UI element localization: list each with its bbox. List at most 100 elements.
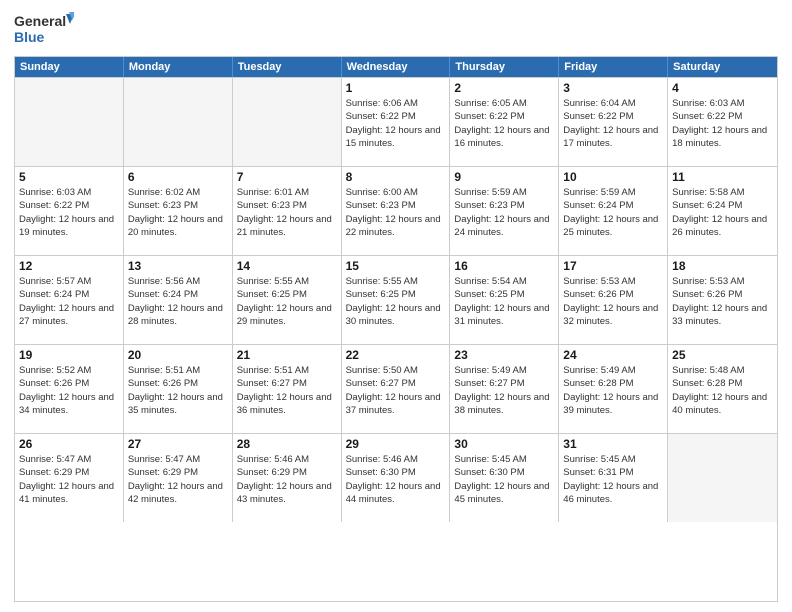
- calendar-header-row: Sunday Monday Tuesday Wednesday Thursday…: [15, 57, 777, 77]
- calendar-cell-11: 11Sunrise: 5:58 AM Sunset: 6:24 PM Dayli…: [668, 167, 777, 255]
- svg-text:General: General: [14, 13, 66, 29]
- day-number-30: 30: [454, 437, 554, 451]
- day-info-24: Sunrise: 5:49 AM Sunset: 6:28 PM Dayligh…: [563, 364, 663, 417]
- calendar-week-3: 12Sunrise: 5:57 AM Sunset: 6:24 PM Dayli…: [15, 255, 777, 344]
- calendar-cell-8: 8Sunrise: 6:00 AM Sunset: 6:23 PM Daylig…: [342, 167, 451, 255]
- day-number-2: 2: [454, 81, 554, 95]
- day-number-10: 10: [563, 170, 663, 184]
- day-info-3: Sunrise: 6:04 AM Sunset: 6:22 PM Dayligh…: [563, 97, 663, 150]
- calendar-week-4: 19Sunrise: 5:52 AM Sunset: 6:26 PM Dayli…: [15, 344, 777, 433]
- day-info-23: Sunrise: 5:49 AM Sunset: 6:27 PM Dayligh…: [454, 364, 554, 417]
- header: General Blue: [14, 10, 778, 48]
- page: General Blue Sunday Monday Tuesday Wedne…: [0, 0, 792, 612]
- day-number-15: 15: [346, 259, 446, 273]
- calendar-cell-16: 16 Sunrise: 5:54 AM Sunset: 6:25 PM Dayli…: [450, 256, 559, 344]
- calendar-week-1: 1 Sunrise: 6:06 AM Sunset: 6:22 PM Daylig…: [15, 77, 777, 166]
- day-info-15: Sunrise: 5:55 AM Sunset: 6:25 PM Dayligh…: [346, 275, 446, 328]
- day-number-3: 3: [563, 81, 663, 95]
- day-info-9: Sunrise: 5:59 AM Sunset: 6:23 PM Dayligh…: [454, 186, 554, 239]
- day-number-1: 1: [346, 81, 446, 95]
- header-friday: Friday: [559, 57, 668, 77]
- calendar-cell-7: 7 Sunrise: 6:01 AM Sunset: 6:23 PM Daylig…: [233, 167, 342, 255]
- calendar-cell-3: 3 Sunrise: 6:04 AM Sunset: 6:22 PM Daylig…: [559, 78, 668, 166]
- calendar-cell-empty-0-1: [124, 78, 233, 166]
- calendar-cell-9: 9 Sunrise: 5:59 AM Sunset: 6:23 PM Daylig…: [450, 167, 559, 255]
- header-wednesday: Wednesday: [342, 57, 451, 77]
- day-info-14: Sunrise: 5:55 AM Sunset: 6:25 PM Dayligh…: [237, 275, 337, 328]
- day-info-6: Sunrise: 6:02 AM Sunset: 6:23 PM Dayligh…: [128, 186, 228, 239]
- calendar-cell-28: 28 Sunrise: 5:46 AM Sunset: 6:29 PM Dayli…: [233, 434, 342, 522]
- calendar-cell-4: 4 Sunrise: 6:03 AM Sunset: 6:22 PM Daylig…: [668, 78, 777, 166]
- day-number-17: 17: [563, 259, 663, 273]
- calendar-cell-18: 18Sunrise: 5:53 AM Sunset: 6:26 PM Dayli…: [668, 256, 777, 344]
- calendar-body: 1 Sunrise: 6:06 AM Sunset: 6:22 PM Daylig…: [15, 77, 777, 522]
- day-info-30: Sunrise: 5:45 AM Sunset: 6:30 PM Dayligh…: [454, 453, 554, 506]
- day-info-25: Sunrise: 5:48 AM Sunset: 6:28 PM Dayligh…: [672, 364, 773, 417]
- calendar-cell-10: 10Sunrise: 5:59 AM Sunset: 6:24 PM Dayli…: [559, 167, 668, 255]
- calendar-cell-2: 2 Sunrise: 6:05 AM Sunset: 6:22 PM Daylig…: [450, 78, 559, 166]
- header-tuesday: Tuesday: [233, 57, 342, 77]
- calendar-cell-27: 27 Sunrise: 5:47 AM Sunset: 6:29 PM Dayli…: [124, 434, 233, 522]
- calendar-cell-1: 1 Sunrise: 6:06 AM Sunset: 6:22 PM Daylig…: [342, 78, 451, 166]
- calendar-cell-20: 20 Sunrise: 5:51 AM Sunset: 6:26 PM Dayli…: [124, 345, 233, 433]
- calendar-cell-17: 17 Sunrise: 5:53 AM Sunset: 6:26 PM Dayli…: [559, 256, 668, 344]
- day-number-16: 16: [454, 259, 554, 273]
- day-number-29: 29: [346, 437, 446, 451]
- header-sunday: Sunday: [15, 57, 124, 77]
- calendar-cell-21: 21Sunrise: 5:51 AM Sunset: 6:27 PM Dayli…: [233, 345, 342, 433]
- calendar-cell-23: 23 Sunrise: 5:49 AM Sunset: 6:27 PM Dayli…: [450, 345, 559, 433]
- day-number-11: 11: [672, 170, 773, 184]
- day-number-5: 5: [19, 170, 119, 184]
- day-number-23: 23: [454, 348, 554, 362]
- day-info-7: Sunrise: 6:01 AM Sunset: 6:23 PM Dayligh…: [237, 186, 337, 239]
- day-info-1: Sunrise: 6:06 AM Sunset: 6:22 PM Dayligh…: [346, 97, 446, 150]
- day-number-22: 22: [346, 348, 446, 362]
- day-info-4: Sunrise: 6:03 AM Sunset: 6:22 PM Dayligh…: [672, 97, 773, 150]
- calendar-cell-19: 19Sunrise: 5:52 AM Sunset: 6:26 PM Dayli…: [15, 345, 124, 433]
- header-thursday: Thursday: [450, 57, 559, 77]
- calendar-cell-15: 15 Sunrise: 5:55 AM Sunset: 6:25 PM Dayli…: [342, 256, 451, 344]
- calendar-cell-empty-0-0: [15, 78, 124, 166]
- day-number-20: 20: [128, 348, 228, 362]
- day-info-22: Sunrise: 5:50 AM Sunset: 6:27 PM Dayligh…: [346, 364, 446, 417]
- day-info-2: Sunrise: 6:05 AM Sunset: 6:22 PM Dayligh…: [454, 97, 554, 150]
- day-info-16: Sunrise: 5:54 AM Sunset: 6:25 PM Dayligh…: [454, 275, 554, 328]
- calendar-cell-empty-0-2: [233, 78, 342, 166]
- calendar-week-5: 26 Sunrise: 5:47 AM Sunset: 6:29 PM Dayli…: [15, 433, 777, 522]
- day-number-9: 9: [454, 170, 554, 184]
- day-info-29: Sunrise: 5:46 AM Sunset: 6:30 PM Dayligh…: [346, 453, 446, 506]
- day-info-20: Sunrise: 5:51 AM Sunset: 6:26 PM Dayligh…: [128, 364, 228, 417]
- day-number-6: 6: [128, 170, 228, 184]
- day-number-28: 28: [237, 437, 337, 451]
- day-number-26: 26: [19, 437, 119, 451]
- day-number-18: 18: [672, 259, 773, 273]
- day-number-4: 4: [672, 81, 773, 95]
- day-info-26: Sunrise: 5:47 AM Sunset: 6:29 PM Dayligh…: [19, 453, 119, 506]
- day-number-14: 14: [237, 259, 337, 273]
- calendar-week-2: 5 Sunrise: 6:03 AM Sunset: 6:22 PM Daylig…: [15, 166, 777, 255]
- logo-svg: General Blue: [14, 10, 74, 48]
- day-number-25: 25: [672, 348, 773, 362]
- calendar-cell-26: 26 Sunrise: 5:47 AM Sunset: 6:29 PM Dayli…: [15, 434, 124, 522]
- day-number-13: 13: [128, 259, 228, 273]
- calendar-cell-24: 24Sunrise: 5:49 AM Sunset: 6:28 PM Dayli…: [559, 345, 668, 433]
- day-info-27: Sunrise: 5:47 AM Sunset: 6:29 PM Dayligh…: [128, 453, 228, 506]
- day-info-17: Sunrise: 5:53 AM Sunset: 6:26 PM Dayligh…: [563, 275, 663, 328]
- calendar-cell-22: 22 Sunrise: 5:50 AM Sunset: 6:27 PM Dayli…: [342, 345, 451, 433]
- day-number-8: 8: [346, 170, 446, 184]
- calendar-cell-12: 12Sunrise: 5:57 AM Sunset: 6:24 PM Dayli…: [15, 256, 124, 344]
- day-info-28: Sunrise: 5:46 AM Sunset: 6:29 PM Dayligh…: [237, 453, 337, 506]
- day-number-31: 31: [563, 437, 663, 451]
- day-info-19: Sunrise: 5:52 AM Sunset: 6:26 PM Dayligh…: [19, 364, 119, 417]
- calendar: Sunday Monday Tuesday Wednesday Thursday…: [14, 56, 778, 602]
- day-info-12: Sunrise: 5:57 AM Sunset: 6:24 PM Dayligh…: [19, 275, 119, 328]
- calendar-cell-5: 5 Sunrise: 6:03 AM Sunset: 6:22 PM Daylig…: [15, 167, 124, 255]
- logo: General Blue: [14, 10, 74, 48]
- day-info-5: Sunrise: 6:03 AM Sunset: 6:22 PM Dayligh…: [19, 186, 119, 239]
- calendar-cell-25: 25 Sunrise: 5:48 AM Sunset: 6:28 PM Dayli…: [668, 345, 777, 433]
- day-number-27: 27: [128, 437, 228, 451]
- day-number-7: 7: [237, 170, 337, 184]
- svg-text:Blue: Blue: [14, 29, 45, 45]
- day-info-13: Sunrise: 5:56 AM Sunset: 6:24 PM Dayligh…: [128, 275, 228, 328]
- header-monday: Monday: [124, 57, 233, 77]
